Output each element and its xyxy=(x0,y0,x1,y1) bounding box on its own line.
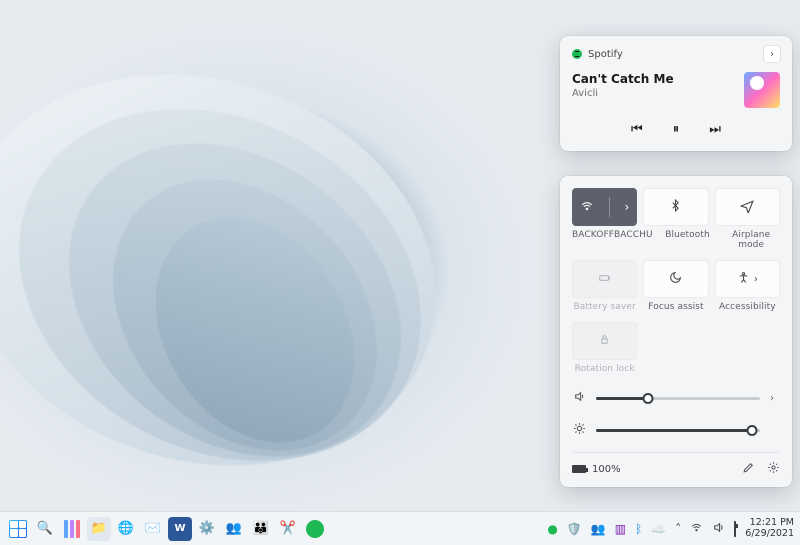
brightness-slider[interactable] xyxy=(596,423,760,437)
chevron-right-icon: › xyxy=(754,274,758,285)
spotify-icon xyxy=(572,49,582,59)
chevron-right-icon: › xyxy=(625,200,630,214)
taskbar: 🔍 📁 🌐 ✉️ W ⚙️ 👥 👪 ✂️ ● 🛡️ 👥 ▥ ᛒ ☁️ ˄ xyxy=(0,511,800,545)
taskbar-app-settings[interactable]: ⚙️ xyxy=(195,517,219,541)
desktop-wallpaper: Spotify › Can't Catch Me Avicli ⏮ ⏸ ⏭ › xyxy=(0,0,800,545)
battery-percent: 100% xyxy=(592,464,621,475)
airplane-icon xyxy=(740,199,754,216)
divider xyxy=(609,197,610,217)
media-app-name: Spotify xyxy=(588,49,623,60)
rotation-lock-label: Rotation lock xyxy=(572,364,637,374)
airplane-mode-toggle[interactable] xyxy=(715,188,780,226)
focus-assist-toggle[interactable] xyxy=(643,260,708,298)
previous-track-button[interactable]: ⏮ xyxy=(631,122,643,137)
taskbar-app-word[interactable]: W xyxy=(168,517,192,541)
wifi-icon xyxy=(580,199,594,216)
moon-icon xyxy=(669,271,682,287)
tray-shield-icon[interactable]: 🛡️ xyxy=(567,522,582,536)
taskbar-app-mail[interactable]: ✉️ xyxy=(141,517,165,541)
media-next-card-button[interactable]: › xyxy=(764,46,780,62)
taskbar-app-teams[interactable]: 👥 xyxy=(222,517,246,541)
volume-slider[interactable] xyxy=(596,391,760,405)
track-title: Can't Catch Me xyxy=(572,72,674,86)
tray-battery-icon[interactable] xyxy=(734,522,736,536)
bluetooth-toggle[interactable] xyxy=(643,188,708,226)
start-button[interactable] xyxy=(6,517,30,541)
rotation-lock-toggle xyxy=(572,322,637,360)
volume-icon[interactable] xyxy=(572,390,586,406)
clock-time: 12:21 PM xyxy=(745,518,794,529)
open-settings-button[interactable] xyxy=(767,461,780,477)
taskbar-app-explorer[interactable]: 📁 xyxy=(87,517,111,541)
tray-bluetooth-icon[interactable]: ᛒ xyxy=(635,522,642,536)
accessibility-toggle[interactable]: › xyxy=(715,260,780,298)
search-button[interactable]: 🔍 xyxy=(33,517,57,541)
wifi-toggle[interactable]: › xyxy=(572,188,637,226)
media-flyout: Spotify › Can't Catch Me Avicli ⏮ ⏸ ⏭ xyxy=(560,36,792,151)
clock-date: 6/29/2021 xyxy=(745,529,794,540)
edit-quick-settings-button[interactable] xyxy=(742,461,755,477)
system-clock[interactable]: 12:21 PM 6/29/2021 xyxy=(745,518,794,540)
battery-saver-label: Battery saver xyxy=(572,302,637,312)
wifi-label: BACKOFFBACCHU xyxy=(572,230,653,250)
tray-onenote-icon[interactable]: ▥ xyxy=(615,522,626,536)
airplane-label: Airplane mode xyxy=(722,230,780,250)
focus-assist-label: Focus assist xyxy=(643,302,708,312)
taskbar-app-edge[interactable]: 🌐 xyxy=(114,517,138,541)
tray-wifi-icon[interactable] xyxy=(690,521,703,537)
battery-icon xyxy=(572,465,586,473)
play-pause-button[interactable]: ⏸ xyxy=(673,122,680,137)
bluetooth-icon xyxy=(669,199,682,215)
quick-settings-flyout: › BACKOFFBACCHU Bluetooth Airplane mode xyxy=(560,176,792,487)
task-view-button[interactable] xyxy=(60,517,84,541)
album-art[interactable] xyxy=(744,72,780,108)
taskbar-app-teams2[interactable]: 👪 xyxy=(249,517,273,541)
taskbar-app-snip[interactable]: ✂️ xyxy=(276,517,300,541)
battery-saver-toggle xyxy=(572,260,637,298)
accessibility-label: Accessibility xyxy=(715,302,780,312)
tray-spotify-icon[interactable]: ● xyxy=(547,522,557,536)
tray-chevron-up-icon[interactable]: ˄ xyxy=(675,522,681,536)
tray-teams-icon[interactable]: 👥 xyxy=(591,522,606,536)
volume-output-chevron[interactable]: › xyxy=(770,393,780,404)
bluetooth-label: Bluetooth xyxy=(659,230,717,250)
next-track-button[interactable]: ⏭ xyxy=(709,122,721,137)
rotation-lock-icon xyxy=(598,333,611,349)
brightness-icon xyxy=(572,422,586,438)
track-artist: Avicli xyxy=(572,88,674,99)
tray-volume-icon[interactable] xyxy=(712,521,725,537)
tray-onedrive-icon[interactable]: ☁️ xyxy=(651,522,666,536)
battery-status[interactable]: 100% xyxy=(572,464,621,475)
battery-saver-icon xyxy=(598,271,612,288)
taskbar-app-spotify[interactable] xyxy=(303,517,327,541)
accessibility-icon xyxy=(737,271,750,287)
